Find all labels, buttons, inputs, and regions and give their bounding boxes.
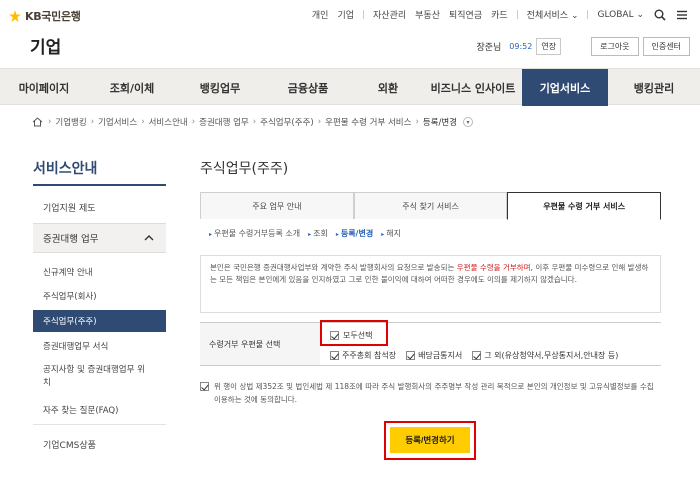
highlight-box-submit bbox=[384, 421, 476, 460]
tab-mail-refusal[interactable]: 우편물 수령 거부 서비스 bbox=[507, 192, 662, 220]
kb-star-icon bbox=[9, 10, 21, 22]
mail-option-table: 수령거부 우편물 선택 모두선택 주주총회 참석장 배당금통지서 그 외(유상청… bbox=[200, 322, 661, 366]
kb-logo[interactable]: KB국민은행 bbox=[8, 8, 81, 24]
top-nav: 개인 기업 자산관리 부동산 퇴직연금 카드 전체서비스 ⌄ GLOBAL ⌄ bbox=[303, 8, 688, 21]
consent-text: 위 행이 상법 제352조 및 법인세법 제 118조에 따라 주식 발행회사의… bbox=[214, 382, 654, 404]
consent-checkbox[interactable] bbox=[200, 382, 209, 391]
logo-text: KB국민은행 bbox=[25, 10, 81, 23]
lnb-sub-faq[interactable]: 자주 찾는 질문(FAQ) bbox=[33, 404, 166, 416]
session-timer: 09:52 bbox=[509, 42, 533, 51]
breadcrumb-item[interactable]: 서비스안내 bbox=[149, 116, 188, 128]
breadcrumb-arrow: › bbox=[141, 117, 145, 127]
lnb-sub-forms[interactable]: 증권대행업무 서식 bbox=[33, 340, 166, 352]
breadcrumb-arrow: › bbox=[48, 117, 52, 127]
gnb-business-insight[interactable]: 비즈니스 인사이트 bbox=[424, 69, 522, 106]
lnb-title-underline bbox=[33, 184, 166, 186]
subtab-cancel[interactable]: ▸ 해지 bbox=[381, 228, 401, 239]
chevron-up-icon bbox=[144, 235, 154, 241]
gnb-banking[interactable]: 뱅킹업무 bbox=[176, 69, 264, 106]
dividend-checkbox[interactable] bbox=[406, 351, 416, 360]
lnb-sub-new-contract[interactable]: 신규계약 안내 bbox=[33, 266, 166, 278]
option-dividend[interactable]: 배당금통지서 bbox=[406, 350, 462, 361]
breadcrumb-item[interactable]: 주식업무(주주) bbox=[260, 116, 314, 128]
option-label: 수령거부 우편물 선택 bbox=[200, 323, 320, 365]
gnb-fx[interactable]: 외환 bbox=[352, 69, 424, 106]
breadcrumb: › 기업뱅킹 › 기업서비스 › 서비스안내 › 증권대행 업무 › 주식업무(… bbox=[32, 116, 473, 128]
subtab-intro[interactable]: ▸ 우편물 수령거부등록 소개 bbox=[209, 228, 300, 239]
extend-session-button[interactable]: 연장 bbox=[536, 38, 562, 55]
gnb-products[interactable]: 금융상품 bbox=[264, 69, 352, 106]
breadcrumb-arrow: › bbox=[415, 117, 419, 127]
breadcrumb-current: 등록/변경 bbox=[422, 118, 457, 128]
consent-row: 위 행이 상법 제352조 및 법인세법 제 118조에 따라 주식 발행회사의… bbox=[200, 380, 661, 406]
lnb-item-cms[interactable]: 기업CMS상품 bbox=[33, 438, 166, 451]
breadcrumb-item[interactable]: 기업서비스 bbox=[98, 116, 137, 128]
breadcrumb-arrow: › bbox=[317, 117, 322, 127]
user-name: 장준님 bbox=[476, 43, 502, 53]
lnb-item-label: 증권대행 업무 bbox=[43, 234, 99, 245]
menu-icon[interactable] bbox=[676, 9, 688, 21]
lnb-sub-notice-location[interactable]: 공지사항 및 증권대행업무 위치 bbox=[33, 364, 166, 390]
breadcrumb-arrow: › bbox=[252, 117, 257, 127]
topnav-divider bbox=[363, 10, 365, 19]
header: KB국민은행 기업 개인 기업 자산관리 부동산 퇴직연금 카드 전체서비스 ⌄… bbox=[0, 0, 700, 68]
lnb-sub-stock-company[interactable]: 주식업무(회사) bbox=[33, 290, 166, 302]
option-others[interactable]: 그 외(유상청약서,무상통지서,안내장 등) bbox=[472, 350, 618, 361]
topnav-global[interactable]: GLOBAL ⌄ bbox=[597, 10, 644, 20]
subtab-register[interactable]: ▸ 등록/변경 bbox=[336, 228, 373, 239]
topnav-divider bbox=[516, 10, 518, 19]
others-checkbox[interactable] bbox=[472, 351, 482, 360]
tab-stock-find[interactable]: 주식 찾기 서비스 bbox=[353, 192, 508, 219]
gnb-inquiry-transfer[interactable]: 조회/이체 bbox=[88, 69, 176, 106]
page-kind-title: 기업 bbox=[30, 38, 62, 58]
content-title: 주식업무(주주) bbox=[200, 161, 289, 177]
topnav-card[interactable]: 카드 bbox=[491, 8, 508, 21]
topnav-divider bbox=[587, 10, 589, 19]
notice-text: 본인은 국민은행 증권대행사업부와 계약한 주식 발행회사의 요청으로 발송되는 bbox=[210, 263, 457, 272]
lnb-item-securities[interactable]: 증권대행 업무 bbox=[33, 223, 166, 253]
topnav-all-services[interactable]: 전체서비스 ⌄ bbox=[527, 8, 579, 21]
breadcrumb-item[interactable]: 기업뱅킹 bbox=[55, 116, 86, 128]
gnb-banking-admin[interactable]: 뱅킹관리 bbox=[608, 69, 700, 106]
lnb-title: 서비스안내 bbox=[33, 161, 98, 177]
search-icon[interactable] bbox=[654, 9, 666, 21]
user-bar: 장준님 09:52 연장 로그아웃 인증센터 bbox=[476, 37, 690, 56]
sub-tabs: ▸ 우편물 수령거부등록 소개 ▸ 조회 ▸ 등록/변경 ▸ 해지 bbox=[209, 228, 409, 239]
notice-highlight: 우편물 수령을 거부하며 bbox=[456, 263, 531, 272]
lnb-divider bbox=[33, 424, 166, 425]
topnav-pension[interactable]: 퇴직연금 bbox=[449, 8, 482, 21]
lnb-sub-stock-shareholder[interactable]: 주식업무(주주) bbox=[33, 310, 166, 332]
gnb-mypage[interactable]: 마이페이지 bbox=[0, 69, 88, 106]
home-icon[interactable] bbox=[32, 117, 43, 127]
notice-box: 본인은 국민은행 증권대행사업부와 계약한 주식 발행회사의 요청으로 발송되는… bbox=[200, 255, 661, 313]
topnav-realestate[interactable]: 부동산 bbox=[415, 8, 440, 21]
option-meeting[interactable]: 주주총회 참석장 bbox=[330, 350, 396, 361]
cert-center-button[interactable]: 인증센터 bbox=[642, 37, 690, 56]
highlight-box-select-all bbox=[320, 320, 388, 346]
breadcrumb-arrow: › bbox=[90, 117, 95, 127]
topnav-personal[interactable]: 개인 bbox=[312, 8, 329, 21]
logout-button[interactable]: 로그아웃 bbox=[591, 37, 639, 56]
tab-main-business[interactable]: 주요 업무 안내 bbox=[200, 192, 354, 219]
option-list: 주주총회 참석장 배당금통지서 그 외(유상청약서,무상통지서,안내장 등) bbox=[330, 350, 628, 361]
meeting-checkbox[interactable] bbox=[330, 351, 339, 360]
breadcrumb-dropdown-icon[interactable]: ▾ bbox=[463, 117, 473, 127]
breadcrumb-item[interactable]: 증권대행 업무 bbox=[199, 116, 249, 128]
lnb-item-support[interactable]: 기업지원 제도 bbox=[33, 201, 166, 214]
global-nav: 마이페이지 조회/이체 뱅킹업무 금융상품 외환 비즈니스 인사이트 기업서비스… bbox=[0, 68, 700, 106]
breadcrumb-arrow: › bbox=[191, 117, 196, 127]
topnav-business[interactable]: 기업 bbox=[337, 8, 354, 21]
breadcrumb-item[interactable]: 우편물 수령 거부 서비스 bbox=[325, 116, 411, 128]
content-tabs: 주요 업무 안내 주식 찾기 서비스 우편물 수령 거부 서비스 bbox=[200, 192, 662, 220]
gnb-corporate-services[interactable]: 기업서비스 bbox=[522, 69, 608, 106]
subtab-inquiry[interactable]: ▸ 조회 bbox=[308, 228, 328, 239]
topnav-asset[interactable]: 자산관리 bbox=[373, 8, 406, 21]
